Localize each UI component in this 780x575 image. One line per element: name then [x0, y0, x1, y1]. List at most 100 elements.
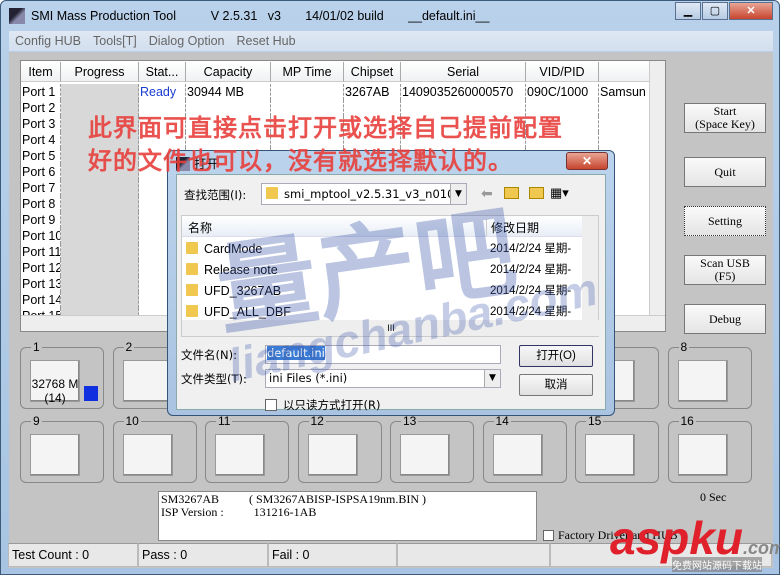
column-header[interactable]: Stat... [139, 62, 186, 82]
annotation-line-1: 此界面可直接点击打开或选择自己提前配置 [88, 114, 563, 142]
vertical-scrollbar[interactable] [649, 61, 665, 317]
port-button[interactable] [585, 434, 635, 476]
port-button[interactable] [677, 434, 728, 476]
view-menu-icon[interactable]: ▦▾ [550, 185, 569, 201]
port-number: 9 [31, 414, 42, 428]
table-cell: Port 3 [21, 116, 61, 132]
debug-button[interactable]: Debug [684, 304, 766, 334]
annotation-line-2: 好的文件也可以，没有就选择默认的。 [88, 147, 513, 175]
port-button[interactable] [215, 434, 265, 476]
port-button[interactable] [30, 434, 80, 476]
up-folder-icon[interactable] [504, 187, 519, 199]
filetype-label: 文件类型(T): [181, 372, 247, 386]
chevron-down-icon[interactable]: ▼ [484, 370, 500, 387]
lookin-select[interactable]: smi_mptool_v2.5.31_v3_n0102 ▼ [261, 183, 467, 205]
title-bar: SMI Mass Production Tool V 2.5.31 v3 14/… [9, 6, 489, 26]
file-list-vscroll[interactable] [582, 216, 598, 322]
back-icon[interactable]: ⬅ [481, 185, 493, 202]
folder-icon [186, 263, 198, 275]
setting-button[interactable]: Setting [684, 206, 766, 236]
col-date[interactable]: 修改日期 [486, 219, 539, 236]
timer-text: 0 Sec [700, 490, 727, 504]
progress-bar [61, 212, 139, 228]
file-date: 2014/2/24 星期- [490, 285, 572, 297]
file-list[interactable]: 名称 修改日期 CardMode 2014/2/24 星期- Release not… [181, 215, 600, 337]
port-count: (14) [44, 391, 66, 405]
port-button[interactable]: 32768 M (14) [30, 360, 80, 405]
file-name: Release note [204, 263, 278, 277]
progress-bar [61, 292, 139, 308]
scan-usb-button[interactable]: Scan USB (F5) [684, 255, 766, 285]
minimize-button[interactable]: ▁ [675, 2, 701, 20]
column-header[interactable] [599, 62, 651, 82]
port-button[interactable] [122, 434, 173, 476]
column-header[interactable]: VID/PID [526, 62, 599, 82]
menu-bar: Config HUB Tools[T] Dialog Option Reset … [9, 31, 773, 51]
col-name[interactable]: 名称 [188, 219, 212, 236]
port-button[interactable] [400, 434, 450, 476]
column-header[interactable]: Capacity [186, 62, 271, 82]
table-row[interactable]: Port 1 Ready 30944 MB 3267AB 140903526000057… [21, 84, 651, 100]
filetype-value: ini Files (*.ini) [269, 371, 348, 385]
menu-dialog-option[interactable]: Dialog Option [149, 34, 225, 48]
port-button[interactable] [677, 360, 728, 402]
open-button[interactable]: 打开(O) [519, 345, 593, 367]
table-cell: Port 8 [21, 196, 61, 212]
start-sublabel: (Space Key) [695, 117, 755, 131]
setting-label: Setting [707, 213, 742, 228]
menu-tools[interactable]: Tools[T] [93, 34, 137, 48]
table-cell: Port 4 [21, 132, 61, 148]
progress-bar [61, 196, 139, 212]
factory-checkbox[interactable] [543, 530, 554, 541]
column-header[interactable]: Chipset [344, 62, 401, 82]
file-name: UFD_ALL_DBF [204, 305, 291, 319]
factory-driver-option[interactable]: Factory Driver and HUB [543, 528, 678, 543]
app-title: SMI Mass Production Tool [31, 9, 176, 23]
port-button[interactable] [492, 434, 543, 476]
app-icon [9, 8, 25, 24]
new-folder-icon[interactable] [529, 187, 544, 199]
port-button[interactable] [307, 434, 358, 476]
file-item[interactable]: CardMode 2014/2/24 星期- [186, 239, 586, 260]
file-name: UFD_3267AB [204, 284, 282, 298]
menu-reset-hub[interactable]: Reset Hub [237, 34, 296, 48]
column-header[interactable]: Item [21, 62, 61, 82]
close-button[interactable]: ✕ [729, 2, 773, 20]
menu-config-hub[interactable]: Config HUB [15, 34, 81, 48]
folder-icon [186, 305, 198, 317]
file-list-hscroll[interactable]: III [182, 320, 600, 336]
chevron-down-icon[interactable]: ▼ [450, 184, 466, 204]
quit-button[interactable]: Quit [684, 157, 766, 187]
port-number: 11 [216, 414, 233, 428]
column-header[interactable]: Progress [61, 62, 139, 82]
ini-name: __default.ini__ [408, 9, 490, 23]
progress-bar [61, 276, 139, 292]
dialog-close-button[interactable]: ✕ [566, 152, 608, 170]
port-slot: 13 [390, 414, 474, 483]
start-button[interactable]: Start (Space Key) [684, 103, 766, 133]
table-cell: 090C/1000 [526, 84, 599, 100]
readonly-option[interactable]: 以只读方式打开(R) [265, 397, 380, 413]
file-item[interactable]: Release note 2014/2/24 星期- [186, 260, 586, 281]
port-number: 16 [678, 414, 696, 428]
port-number: 2 [123, 340, 135, 354]
table-cell [599, 100, 651, 116]
port-slot: 8 [667, 340, 752, 409]
port-slot: 1 32768 M (14) [20, 340, 104, 409]
table-cell: 3267AB [344, 84, 401, 100]
cancel-button[interactable]: 取消 [519, 374, 593, 396]
progress-bar [61, 228, 139, 244]
filetype-select[interactable]: ini Files (*.ini) ▼ [265, 369, 501, 388]
column-header[interactable]: MP Time [271, 62, 344, 82]
maximize-button[interactable]: ▢ [702, 2, 728, 20]
table-cell: Port 13 [22, 276, 61, 292]
lookin-value: smi_mptool_v2.5.31_v3_n0102 [284, 187, 462, 201]
port-slot: 14 [482, 414, 567, 483]
column-header[interactable]: Serial [401, 62, 526, 82]
open-file-dialog: 打开 ✕ 查找范围(I): smi_mptool_v2.5.31_v3_n010… [167, 150, 615, 416]
filename-input[interactable]: default.ini [265, 345, 501, 364]
readonly-checkbox[interactable] [265, 399, 277, 411]
file-item[interactable]: UFD_3267AB 2014/2/24 星期- [186, 281, 586, 302]
port-button[interactable] [122, 360, 173, 402]
debug-label: Debug [709, 311, 741, 326]
